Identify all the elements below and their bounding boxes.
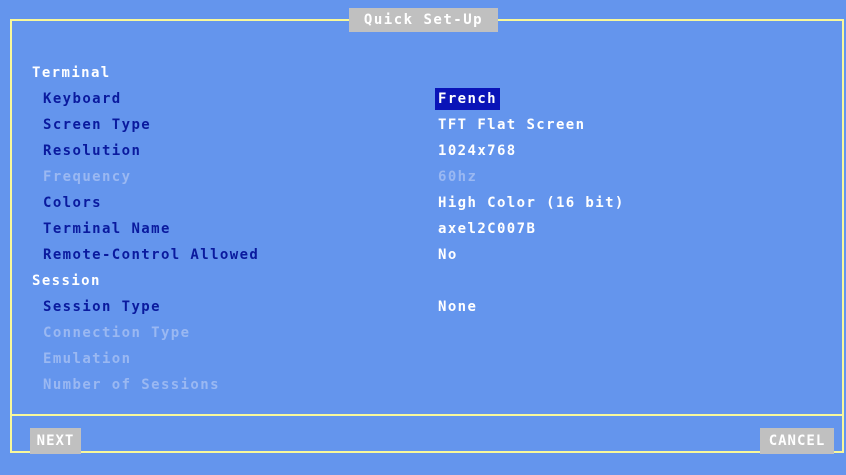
keyboard-label: Keyboard	[43, 91, 122, 107]
screen-type-row[interactable]: Screen Type TFT Flat Screen	[0, 114, 846, 136]
setup-screen: Quick Set-Up Terminal Keyboard French Sc…	[0, 0, 846, 475]
number-of-sessions-row: Number of Sessions	[0, 374, 846, 396]
session-type-field[interactable]: None	[438, 296, 477, 318]
section-label-session: Session	[32, 273, 101, 289]
frequency-field: 60hz	[438, 169, 478, 185]
colors-row[interactable]: Colors High Color (16 bit)	[0, 192, 846, 214]
number-of-sessions-label: Number of Sessions	[43, 377, 220, 393]
terminal-name-row[interactable]: Terminal Name axel2C007B	[0, 218, 846, 240]
keyboard-field[interactable]: French	[435, 88, 500, 110]
remote-control-row[interactable]: Remote-Control Allowed No	[0, 244, 846, 266]
screen-type-label: Screen Type	[43, 117, 152, 133]
terminal-name-label: Terminal Name	[43, 221, 171, 237]
terminal-name-field[interactable]: axel2C007B	[438, 218, 536, 240]
emulation-row: Emulation	[0, 348, 846, 370]
remote-control-field[interactable]: No	[438, 244, 458, 266]
section-terminal: Terminal	[0, 62, 846, 84]
next-button[interactable]: NEXT	[30, 428, 81, 454]
remote-control-label: Remote-Control Allowed	[43, 247, 260, 263]
frequency-label: Frequency	[43, 169, 132, 185]
section-label-terminal: Terminal	[32, 65, 111, 81]
resolution-field[interactable]: 1024x768	[438, 140, 517, 162]
connection-type-row: Connection Type	[0, 322, 846, 344]
resolution-row[interactable]: Resolution 1024x768	[0, 140, 846, 162]
session-type-row[interactable]: Session Type None	[0, 296, 846, 318]
connection-type-label: Connection Type	[43, 325, 191, 341]
session-type-label: Session Type	[43, 299, 161, 315]
resolution-label: Resolution	[43, 143, 142, 159]
frequency-row: Frequency 60hz	[0, 166, 846, 188]
section-session: Session	[0, 270, 846, 292]
keyboard-row[interactable]: Keyboard French	[0, 88, 846, 110]
footer-divider	[10, 414, 844, 416]
colors-field[interactable]: High Color (16 bit)	[438, 192, 625, 214]
cancel-button[interactable]: CANCEL	[760, 428, 834, 454]
colors-label: Colors	[43, 195, 102, 211]
screen-type-field[interactable]: TFT Flat Screen	[438, 114, 585, 136]
emulation-label: Emulation	[43, 351, 132, 367]
dialog-title: Quick Set-Up	[349, 8, 498, 32]
